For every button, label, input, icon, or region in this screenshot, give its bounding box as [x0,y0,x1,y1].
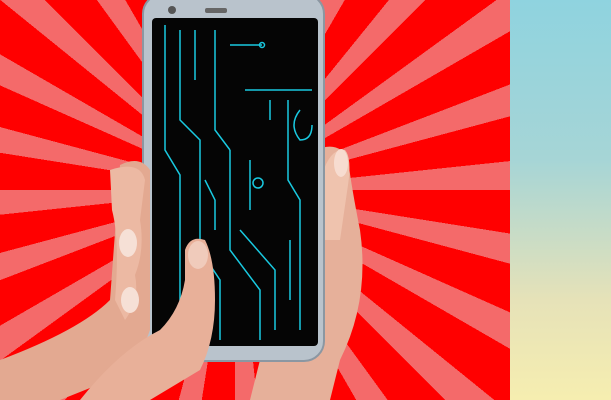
phone-screen [152,18,318,346]
finger-nail [119,229,137,257]
hands-phone-illustration [0,0,363,400]
finger-nail [121,287,139,313]
fingertip [188,241,208,269]
thumb-nail [334,149,348,177]
speaker-grille [205,8,227,13]
camera-icon [168,6,176,14]
